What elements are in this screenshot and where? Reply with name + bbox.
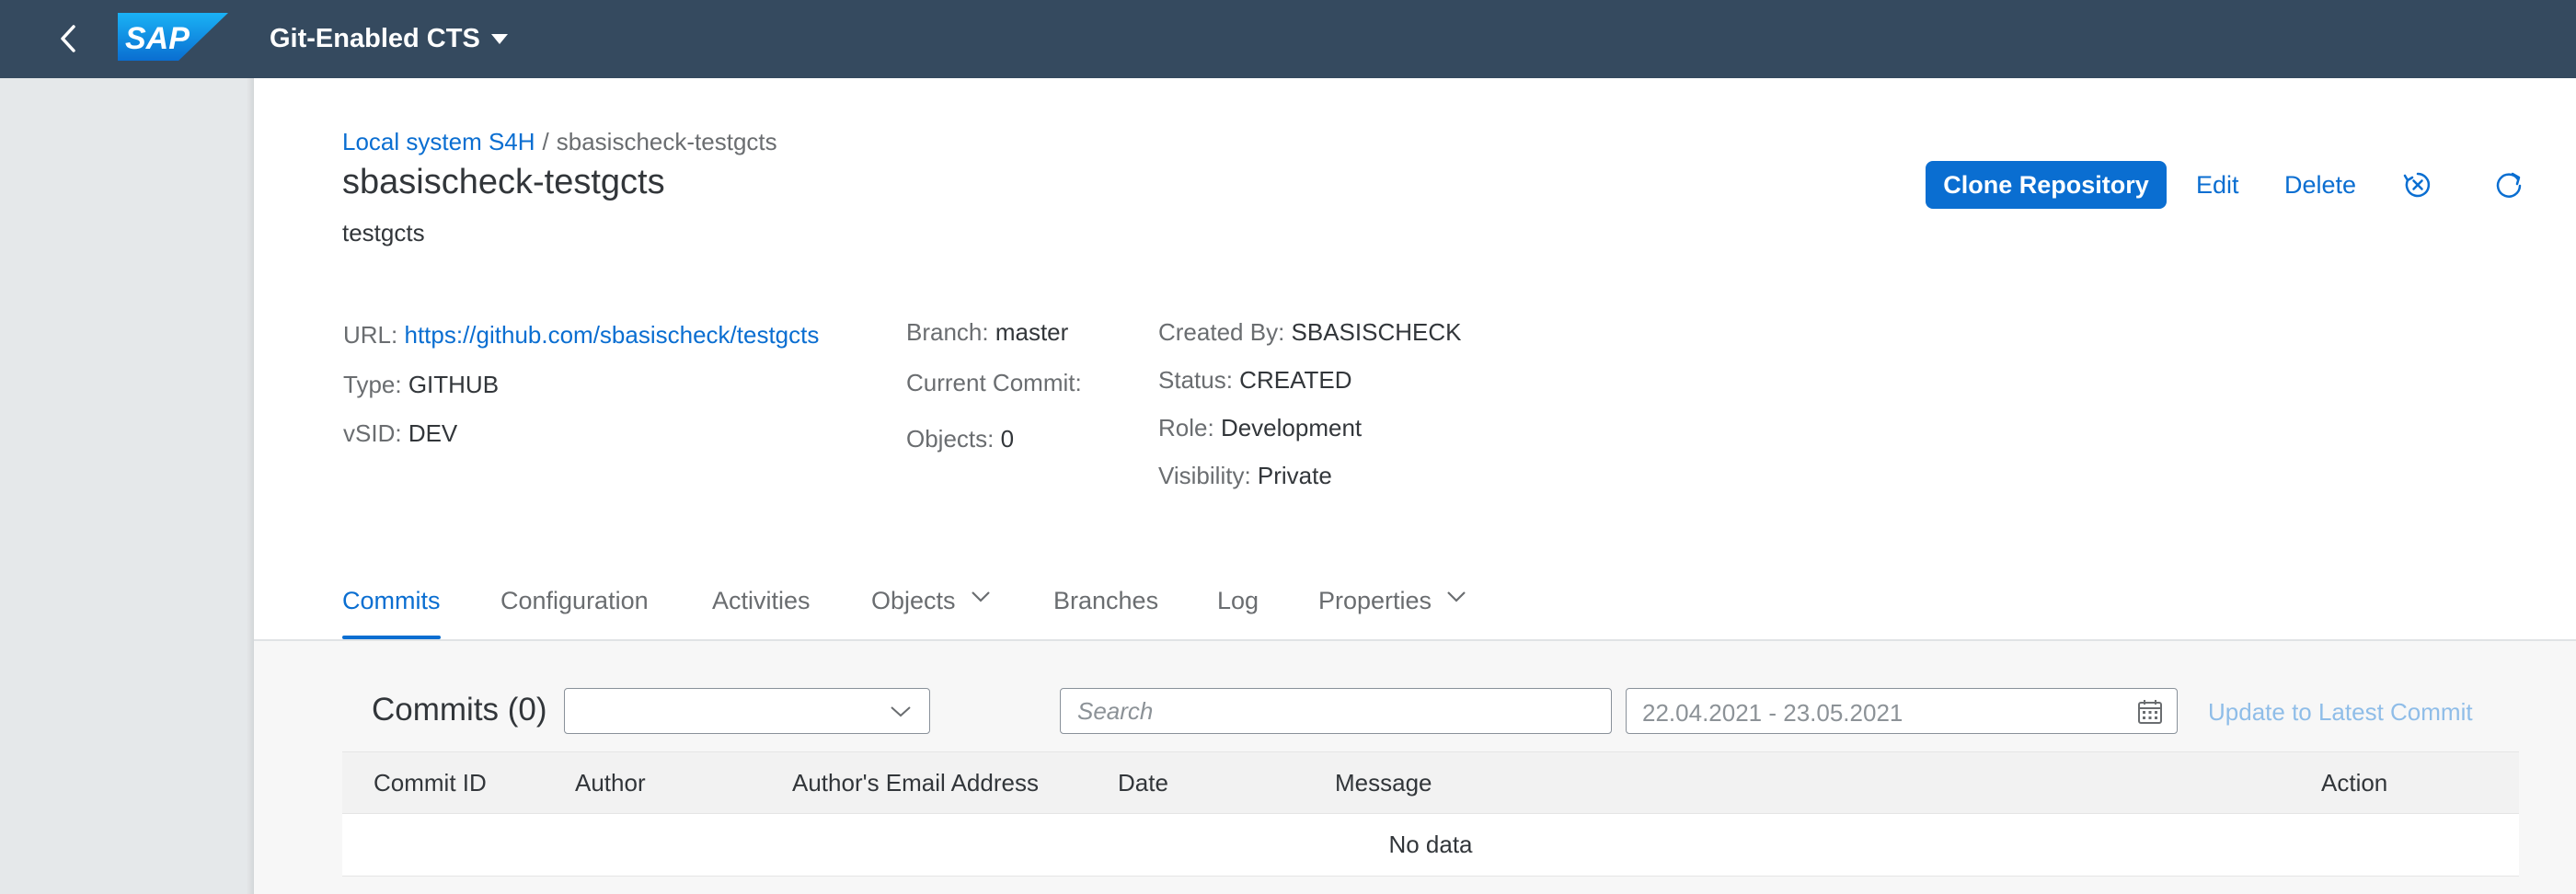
- logo-text: SAP: [125, 21, 190, 56]
- attr-role: Role: Development: [1158, 414, 1362, 442]
- search-input[interactable]: [1060, 688, 1612, 734]
- discard-button[interactable]: [2398, 166, 2437, 204]
- page-subtitle: testgcts: [342, 219, 425, 246]
- tab-label: Branches: [1053, 587, 1159, 614]
- shell-bar: SAP Git-Enabled CTS: [0, 0, 2576, 78]
- attr-created-by-value: SBASISCHECK: [1291, 318, 1462, 346]
- back-button[interactable]: [50, 20, 86, 57]
- attr-vsid: vSID: DEV: [343, 419, 457, 448]
- tab-label: Properties: [1318, 587, 1432, 614]
- attr-created-by-label: Created By:: [1158, 318, 1285, 346]
- column-header-message[interactable]: Message: [1335, 769, 1432, 797]
- object-header: Local system S4H / sbasischeck-testgcts sb…: [254, 78, 2576, 639]
- column-header-author[interactable]: Author: [575, 769, 646, 797]
- attr-branch: Branch: master: [906, 318, 1068, 347]
- attr-current-commit-label: Current Commit:: [906, 369, 1082, 396]
- refresh-icon: [2496, 172, 2522, 198]
- tab-label: Log: [1217, 587, 1259, 614]
- attr-objects: Objects: 0: [906, 425, 1014, 453]
- date-range-picker[interactable]: 22.04.2021 - 23.05.2021: [1626, 688, 2178, 734]
- side-panel-shadow: [247, 78, 254, 894]
- update-to-latest-commit-button[interactable]: Update to Latest Commit: [2208, 690, 2473, 734]
- attr-type-label: Type:: [343, 371, 402, 398]
- attr-current-commit: Current Commit:: [906, 369, 1082, 397]
- breadcrumb-separator: /: [542, 128, 549, 155]
- attr-visibility-value: Private: [1257, 462, 1332, 489]
- commits-title: Commits (0): [372, 692, 547, 728]
- attr-branch-value: master: [995, 318, 1069, 346]
- calendar-icon[interactable]: [2136, 698, 2164, 726]
- tab-label: Commits: [342, 587, 441, 614]
- attr-status-value: CREATED: [1239, 366, 1352, 394]
- close-circle-icon: [2403, 172, 2431, 198]
- attr-visibility: Visibility: Private: [1158, 462, 1332, 490]
- tab-objects[interactable]: Objects: [871, 587, 991, 639]
- attr-vsid-value: DEV: [408, 419, 458, 447]
- tab-label: Configuration: [500, 587, 649, 614]
- object-page: Local system S4H / sbasischeck-testgcts sb…: [254, 78, 2576, 894]
- breadcrumb: Local system S4H / sbasischeck-testgcts: [342, 128, 777, 156]
- tab-branches[interactable]: Branches: [1053, 587, 1158, 639]
- column-header-commit-id[interactable]: Commit ID: [374, 769, 487, 797]
- app-title: Git-Enabled CTS: [270, 23, 480, 53]
- breadcrumb-current: sbasischeck-testgcts: [556, 128, 777, 155]
- attr-objects-value: 0: [1000, 425, 1015, 453]
- chevron-down-icon: [1447, 591, 1466, 602]
- breadcrumb-link-system[interactable]: Local system S4H: [342, 128, 535, 155]
- column-header-date[interactable]: Date: [1118, 769, 1168, 797]
- attr-type: Type: GITHUB: [343, 371, 499, 399]
- tab-commits[interactable]: Commits: [342, 587, 441, 639]
- chevron-left-icon: [61, 25, 75, 52]
- attr-status-label: Status:: [1158, 366, 1233, 394]
- attr-objects-label: Objects:: [906, 425, 995, 453]
- date-range-value: 22.04.2021 - 23.05.2021: [1642, 699, 1903, 727]
- attr-status: Status: CREATED: [1158, 366, 1351, 395]
- no-data-text: No data: [1388, 831, 1473, 858]
- chevron-down-icon: [971, 591, 990, 602]
- attr-role-value: Development: [1220, 414, 1363, 441]
- edit-button[interactable]: Edit: [2196, 161, 2239, 209]
- attr-url-label: URL:: [343, 321, 398, 349]
- commits-table-header: Commit ID Author Author's Email Address …: [342, 751, 2519, 814]
- column-header-action[interactable]: Action: [2321, 769, 2387, 797]
- caret-down-icon: [490, 33, 508, 44]
- clone-repository-button[interactable]: Clone Repository: [1926, 161, 2167, 209]
- app-title-menu[interactable]: Git-Enabled CTS: [270, 20, 508, 57]
- sap-logo[interactable]: SAP: [118, 13, 228, 61]
- chevron-down-icon: [891, 706, 911, 717]
- attr-branch-label: Branch:: [906, 318, 989, 346]
- side-panel: [0, 78, 254, 894]
- tab-properties[interactable]: Properties: [1318, 587, 1466, 639]
- delete-button[interactable]: Delete: [2284, 161, 2356, 209]
- page-title: sbasischeck-testgcts: [342, 163, 665, 201]
- commits-table-body: No data: [342, 814, 2519, 877]
- attr-role-label: Role:: [1158, 414, 1214, 441]
- tab-label: Objects: [871, 587, 956, 614]
- tab-configuration[interactable]: Configuration: [500, 587, 649, 639]
- repository-url-link[interactable]: https://github.com/sbasischeck/testgcts: [404, 321, 819, 349]
- tab-activities[interactable]: Activities: [712, 587, 811, 639]
- attr-url: URL: https://github.com/sbasischeck/test…: [343, 321, 819, 350]
- refresh-button[interactable]: [2490, 166, 2528, 204]
- branch-select[interactable]: [564, 688, 930, 734]
- attr-type-value: GITHUB: [408, 371, 500, 398]
- header-divider: [254, 639, 2576, 641]
- column-header-author-email[interactable]: Author's Email Address: [792, 769, 1039, 797]
- attr-vsid-label: vSID:: [343, 419, 402, 447]
- attr-visibility-label: Visibility:: [1158, 462, 1251, 489]
- tab-log[interactable]: Log: [1217, 587, 1259, 639]
- attr-created-by: Created By: SBASISCHECK: [1158, 318, 1461, 347]
- tab-label: Activities: [712, 587, 811, 614]
